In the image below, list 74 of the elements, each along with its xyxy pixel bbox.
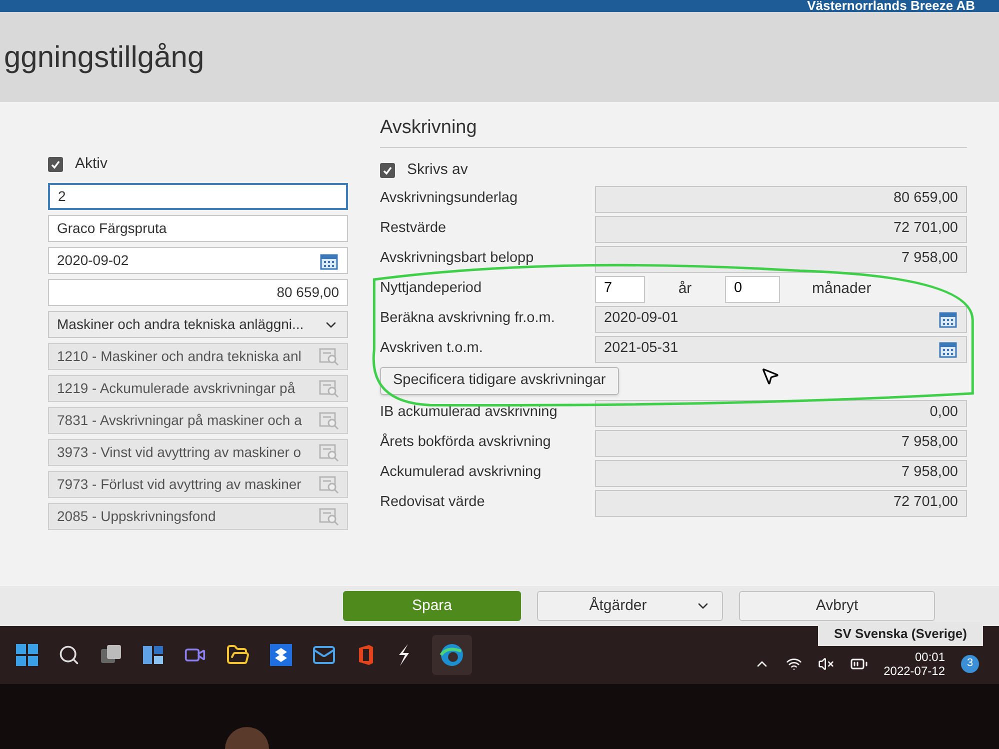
- amount-field: 72 701,00: [595, 490, 967, 516]
- lightning-app-icon[interactable]: [396, 643, 412, 667]
- actions-menu-button[interactable]: Åtgärder: [537, 591, 723, 621]
- amount-field: 80 659,00: [595, 186, 967, 212]
- checkbox[interactable]: [380, 162, 395, 178]
- years-unit: år: [677, 278, 693, 299]
- field-label: Beräkna avskrivning fr.o.m.: [380, 309, 556, 328]
- checkmark-icon: [50, 158, 61, 170]
- account-value: 7973 - Förlust vid avyttring av maskiner: [57, 475, 302, 494]
- checkbox[interactable]: [48, 156, 63, 172]
- account-field[interactable]: 3973 - Vinst vid avyttring av maskiner o: [48, 439, 348, 466]
- account-field[interactable]: 1219 - Ackumulerade avskrivningar på: [48, 375, 348, 402]
- clock[interactable]: 00:01 2022-07-12: [884, 650, 945, 678]
- amount-field: 7 958,00: [595, 430, 967, 456]
- account-value: 2085 - Uppskrivningsfond: [57, 507, 216, 526]
- amount-field: 7 958,00: [595, 246, 967, 272]
- search-icon[interactable]: [58, 644, 80, 666]
- browser-icon: [439, 642, 465, 668]
- account-value: 1210 - Maskiner och andra tekniska anl: [57, 347, 302, 366]
- account-field[interactable]: 7973 - Förlust vid avyttring av maskiner: [48, 471, 348, 498]
- clock-time: 00:01: [914, 650, 945, 664]
- date-value: 2021-05-31: [604, 339, 678, 358]
- save-button[interactable]: Spara: [343, 591, 521, 621]
- page-title: ggningstillgång: [3, 40, 204, 76]
- amount-field: 72 701,00: [595, 216, 967, 242]
- start-icon[interactable]: [16, 644, 38, 666]
- account-field[interactable]: 2085 - Uppskrivningsfond: [48, 503, 348, 530]
- date-value: 2020-09-02: [57, 251, 129, 270]
- amount-field[interactable]: 80 659,00: [48, 279, 348, 306]
- wifi-icon[interactable]: [786, 656, 802, 672]
- section-heading: Avskrivning: [380, 114, 967, 148]
- field-label: Redovisat värde: [380, 493, 486, 512]
- date-field[interactable]: 2021-05-31: [595, 336, 967, 362]
- account-value: 3973 - Vinst vid avyttring av maskiner o: [57, 443, 302, 462]
- months-field[interactable]: 0: [725, 276, 780, 302]
- date-field[interactable]: 2020-09-02: [48, 247, 348, 274]
- field-label: Avskrivningsbart belopp: [380, 249, 535, 268]
- office-icon[interactable]: [356, 644, 376, 666]
- task-view-icon[interactable]: [100, 644, 122, 666]
- browser-taskbar-button[interactable]: [432, 635, 472, 675]
- widgets-icon[interactable]: [142, 644, 164, 666]
- months-unit: månader: [812, 278, 872, 299]
- cancel-button[interactable]: Avbryt: [739, 591, 935, 621]
- mail-icon[interactable]: [312, 643, 336, 667]
- field-label: Årets bokförda avskrivning: [380, 432, 552, 452]
- field-label: Avskriven t.o.m.: [380, 339, 484, 358]
- box-app-icon[interactable]: [270, 644, 292, 666]
- field-label: Ackumulerad avskrivning: [380, 463, 542, 482]
- amount-field: 0,00: [595, 400, 967, 426]
- account-value: 7831 - Avskrivningar på maskiner och a: [57, 411, 302, 430]
- date-value: 2020-09-01: [604, 309, 678, 328]
- checkbox-label: Aktiv: [75, 154, 108, 174]
- field-label: Nyttjandeperiod: [380, 279, 483, 298]
- account-field[interactable]: 1210 - Maskiner och andra tekniska anl: [48, 343, 348, 370]
- dropdown-value: Maskiner och andra tekniska anläggni...: [57, 315, 304, 334]
- category-dropdown[interactable]: Maskiner och andra tekniska anläggni...: [48, 311, 348, 338]
- years-field[interactable]: 7: [595, 276, 645, 302]
- checkbox-label: Skrivs av: [407, 160, 468, 180]
- input-field[interactable]: Graco Färgspruta: [48, 215, 348, 242]
- input-field[interactable]: 2: [48, 183, 348, 210]
- field-label: IB ackumulerad avskrivning: [380, 403, 558, 422]
- field-label: Restvärde: [380, 219, 448, 238]
- account-value: 1219 - Ackumulerade avskrivningar på: [57, 379, 296, 398]
- clock-date: 2022-07-12: [884, 664, 945, 678]
- checkmark-icon: [382, 164, 393, 176]
- account-field[interactable]: 7831 - Avskrivningar på maskiner och a: [48, 407, 348, 434]
- volume-muted-icon[interactable]: [818, 656, 834, 672]
- field-label: Avskrivningsunderlag: [380, 189, 519, 208]
- folder-icon[interactable]: [226, 643, 250, 667]
- mouse-cursor-icon: [760, 366, 780, 386]
- date-field[interactable]: 2020-09-01: [595, 306, 967, 332]
- specify-button[interactable]: Specificera tidigare avskrivningar: [380, 367, 619, 395]
- company-name: Västernorrlands Breeze AB: [807, 0, 975, 12]
- amount-field: 7 958,00: [595, 460, 967, 486]
